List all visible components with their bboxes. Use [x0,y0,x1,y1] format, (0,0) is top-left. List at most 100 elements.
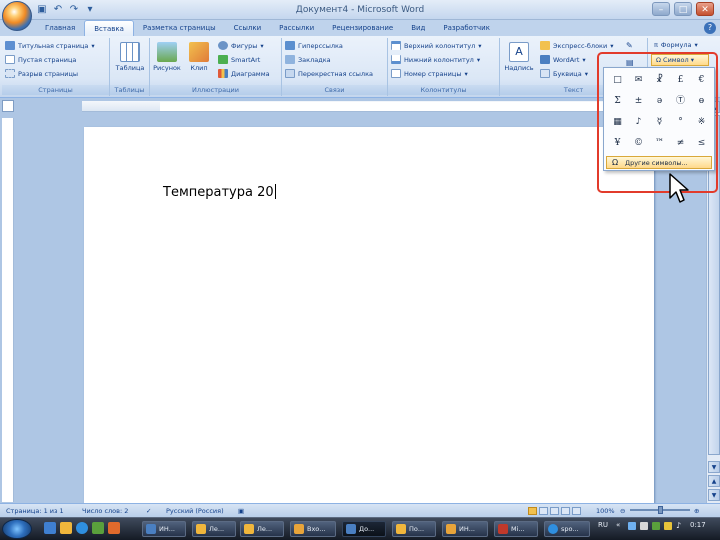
quick-launch-desktop-icon[interactable] [44,522,56,534]
cross-reference-button[interactable]: Перекрестная ссылка [285,69,373,78]
tray-update-icon[interactable] [664,522,672,530]
header-icon [391,41,401,50]
chevron-down-icon: ▾ [694,41,698,49]
chevron-down-icon: ▾ [478,41,482,50]
quick-launch-folder-icon[interactable] [60,522,72,534]
taskbar-item-6[interactable]: По... [392,521,436,537]
scroll-down-button[interactable]: ▼ [708,461,720,473]
wordart-button[interactable]: WordArt ▾ [540,55,586,64]
tab-review[interactable]: Рецензирование [323,20,402,36]
taskbar-item-5[interactable]: До... [342,521,386,537]
bookmark-button[interactable]: Закладка [285,55,331,64]
tab-developer[interactable]: Разработчик [434,20,499,36]
ribbon-tabs: Главная Вставка Разметка страницы Ссылки… [0,20,720,36]
tray-app-icon[interactable] [640,522,648,530]
quick-launch-media-icon[interactable] [92,522,104,534]
volume-icon[interactable]: ♪ [676,521,681,530]
chevron-down-icon: ▾ [584,69,588,78]
taskbar-item-8[interactable]: Mi... [494,521,538,537]
powerpoint-icon [498,524,508,534]
chevron-down-icon: ▾ [610,41,614,50]
zoom-level[interactable]: 100% [596,507,615,515]
taskbar-item-3[interactable]: Ле... [240,521,284,537]
picture-button[interactable]: Рисунок [152,42,182,72]
table-button[interactable]: Таблица [112,42,148,72]
next-page-button[interactable]: ▼ [708,489,720,501]
close-button[interactable]: ✕ [696,2,714,16]
quick-launch-app-icon[interactable] [108,522,120,534]
signature-line-icon[interactable]: ✎ [626,41,633,50]
zoom-in-icon[interactable]: ⊕ [694,507,699,515]
chevron-down-icon: ▾ [91,41,95,50]
start-button[interactable] [2,519,32,539]
shapes-button[interactable]: Фигуры ▾ [218,41,264,50]
tray-network-icon[interactable] [628,522,636,530]
footer-icon [391,55,401,64]
group-label-tables: Таблицы [110,85,149,95]
taskbar-item-4[interactable]: Вхо... [290,521,336,537]
tab-insert[interactable]: Вставка [84,20,134,36]
quick-parts-button[interactable]: Экспресс-блоки ▾ [540,41,613,50]
clock[interactable]: 0:17 [690,521,706,529]
word-doc-icon [146,524,156,534]
formula-button[interactable]: π Формула ▾ [654,41,698,49]
tab-page-layout[interactable]: Разметка страницы [134,20,225,36]
proofing-icon[interactable]: ✓ [146,507,151,515]
taskbar-item-9[interactable]: spo... [544,521,590,537]
previous-page-button[interactable]: ▲ [708,475,720,487]
highlight-frame [597,52,718,193]
page-number-button[interactable]: Номер страницы ▾ [391,69,468,78]
cover-page-icon [5,41,15,50]
tray-arrow-icon[interactable]: « [616,521,620,529]
quick-launch-ie-icon[interactable] [76,522,88,534]
print-layout-view-icon[interactable] [528,507,537,515]
mouse-cursor-icon [669,173,689,203]
tab-home[interactable]: Главная [36,20,84,36]
document-text[interactable]: Температура 20 [163,184,276,200]
taskbar-item-1[interactable]: ИН... [142,521,186,537]
clip-art-button[interactable]: Клип [186,42,212,72]
clip-art-icon [189,42,209,62]
chart-button[interactable]: Диаграмма [218,69,270,78]
tab-references[interactable]: Ссылки [225,20,271,36]
draft-view-icon[interactable] [572,507,581,515]
taskbar-item-2[interactable]: Ле... [192,521,236,537]
picture-icon [157,42,177,62]
chevron-down-icon: ▾ [464,69,468,78]
smartart-button[interactable]: SmartArt [218,55,260,64]
help-icon[interactable]: ? [704,22,716,34]
ruler-tab-selector[interactable] [2,100,14,112]
office-button[interactable] [2,1,32,31]
zoom-out-icon[interactable]: ⊖ [620,507,625,515]
web-layout-view-icon[interactable] [550,507,559,515]
header-button[interactable]: Верхний колонтитул ▾ [391,41,482,50]
tab-mailings[interactable]: Рассылки [270,20,323,36]
macro-record-icon[interactable]: ▣ [238,507,244,515]
group-header-footer: Верхний колонтитул ▾ Нижний колонтитул ▾ Н… [388,38,500,96]
full-screen-view-icon[interactable] [539,507,548,515]
vertical-ruler[interactable] [2,118,14,502]
page-count[interactable]: Страница: 1 из 1 [6,507,64,515]
group-pages: Титульная страница ▾ Пустая страница Разр… [2,38,110,96]
pi-icon: π [654,41,658,49]
hyperlink-button[interactable]: Гиперссылка [285,41,343,50]
blank-page-button[interactable]: Пустая страница [5,55,76,64]
zoom-slider-thumb[interactable] [658,506,663,514]
tray-security-icon[interactable] [652,522,660,530]
cover-page-button[interactable]: Титульная страница ▾ [5,41,95,50]
footer-button[interactable]: Нижний колонтитул ▾ [391,55,480,64]
tab-view[interactable]: Вид [402,20,434,36]
chart-icon [218,69,228,78]
language-bar[interactable]: RU [598,521,608,529]
word-count[interactable]: Число слов: 2 [82,507,128,515]
maximize-button[interactable]: □ [674,2,692,16]
language-indicator[interactable]: Русский (Россия) [166,507,224,515]
taskbar-item-7[interactable]: ИН... [442,521,488,537]
smartart-icon [218,55,228,64]
textbox-button[interactable]: A Надпись [502,42,536,72]
table-icon [120,42,140,62]
outline-view-icon[interactable] [561,507,570,515]
minimize-button[interactable]: – [652,2,670,16]
page-break-button[interactable]: Разрыв страницы [5,69,78,78]
drop-cap-button[interactable]: Буквица ▾ [540,69,588,78]
